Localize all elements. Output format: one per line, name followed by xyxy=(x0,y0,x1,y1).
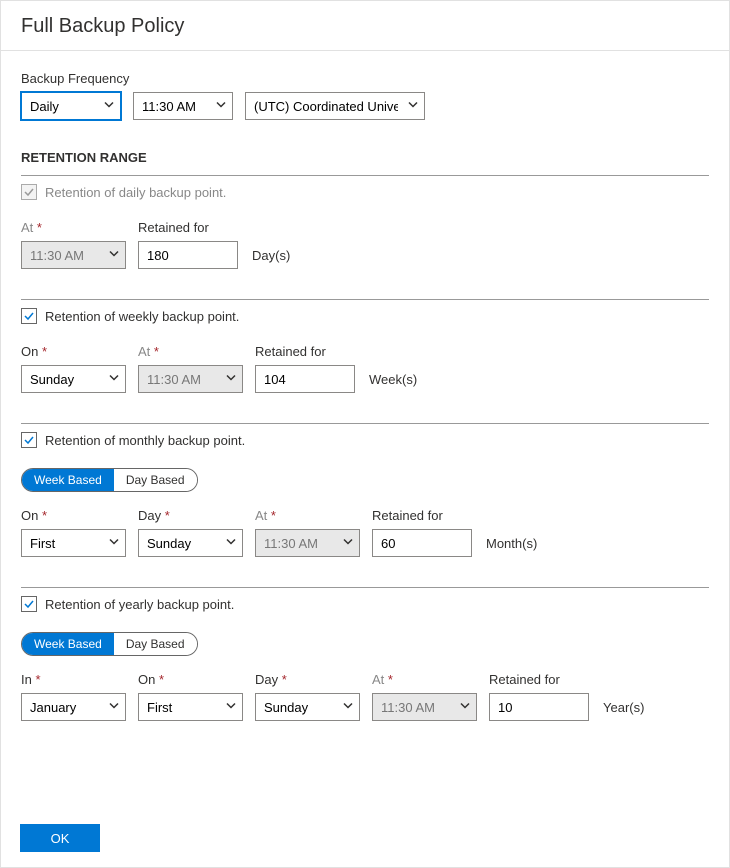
daily-at-select: 11:30 AM xyxy=(21,241,126,269)
monthly-on-label: On xyxy=(21,508,126,523)
weekly-label: Retention of weekly backup point. xyxy=(45,309,239,324)
monthly-week-based-pill[interactable]: Week Based xyxy=(22,469,114,491)
monthly-check-row: Retention of monthly backup point. xyxy=(21,423,709,456)
yearly-label: Retention of yearly backup point. xyxy=(45,597,234,612)
footer: OK xyxy=(20,824,100,852)
monthly-retained-label: Retained for xyxy=(372,508,472,523)
frequency-timezone-select[interactable]: (UTC) Coordinated Univer... xyxy=(245,92,425,120)
monthly-at-label: At xyxy=(255,508,360,523)
monthly-day-based-pill[interactable]: Day Based xyxy=(114,469,197,491)
yearly-week-based-pill[interactable]: Week Based xyxy=(22,633,114,655)
yearly-on-label: On xyxy=(138,672,243,687)
daily-label: Retention of daily backup point. xyxy=(45,185,226,200)
weekly-on-select[interactable]: Sunday xyxy=(21,365,126,393)
ok-button[interactable]: OK xyxy=(20,824,100,852)
weekly-section: On Sunday At 11:30 AM Retained for Week(… xyxy=(21,332,709,423)
weekly-at-label: At xyxy=(138,344,243,359)
weekly-on-label: On xyxy=(21,344,126,359)
yearly-section: Week Based Day Based In January On First… xyxy=(21,620,709,751)
monthly-label: Retention of monthly backup point. xyxy=(45,433,245,448)
daily-unit: Day(s) xyxy=(252,248,290,269)
weekly-retained-input[interactable] xyxy=(255,365,355,393)
yearly-checkbox[interactable] xyxy=(21,596,37,612)
frequency-time-select[interactable]: 11:30 AM xyxy=(133,92,233,120)
weekly-at-select: 11:30 AM xyxy=(138,365,243,393)
monthly-on-select[interactable]: First xyxy=(21,529,126,557)
monthly-section: Week Based Day Based On First Day Sunday… xyxy=(21,456,709,587)
daily-at-label: At xyxy=(21,220,126,235)
frequency-period-select[interactable]: Daily xyxy=(21,92,121,120)
monthly-pill-group: Week Based Day Based xyxy=(21,468,198,492)
page-title: Full Backup Policy xyxy=(21,15,709,38)
yearly-day-label: Day xyxy=(255,672,360,687)
weekly-checkbox[interactable] xyxy=(21,308,37,324)
yearly-at-label: At xyxy=(372,672,477,687)
monthly-at-select: 11:30 AM xyxy=(255,529,360,557)
daily-check-row: Retention of daily backup point. xyxy=(21,175,709,208)
yearly-day-select[interactable]: Sunday xyxy=(255,693,360,721)
daily-retained-label: Retained for xyxy=(138,220,238,235)
yearly-pill-group: Week Based Day Based xyxy=(21,632,198,656)
monthly-day-label: Day xyxy=(138,508,243,523)
yearly-check-row: Retention of yearly backup point. xyxy=(21,587,709,620)
frequency-label: Backup Frequency xyxy=(21,71,709,86)
weekly-retained-label: Retained for xyxy=(255,344,355,359)
yearly-on-select[interactable]: First xyxy=(138,693,243,721)
yearly-in-select[interactable]: January xyxy=(21,693,126,721)
yearly-retained-label: Retained for xyxy=(489,672,589,687)
content: Backup Frequency Daily 11:30 AM (UTC) Co… xyxy=(1,51,729,771)
yearly-in-label: In xyxy=(21,672,126,687)
daily-section: At 11:30 AM Retained for Day(s) xyxy=(21,208,709,299)
retention-heading: RETENTION RANGE xyxy=(21,150,709,165)
yearly-unit: Year(s) xyxy=(603,700,644,721)
yearly-at-select: 11:30 AM xyxy=(372,693,477,721)
monthly-unit: Month(s) xyxy=(486,536,537,557)
daily-retained-input[interactable] xyxy=(138,241,238,269)
monthly-retained-input[interactable] xyxy=(372,529,472,557)
monthly-checkbox[interactable] xyxy=(21,432,37,448)
header: Full Backup Policy xyxy=(1,1,729,51)
frequency-row: Daily 11:30 AM (UTC) Coordinated Univer.… xyxy=(21,92,709,120)
weekly-check-row: Retention of weekly backup point. xyxy=(21,299,709,332)
yearly-day-based-pill[interactable]: Day Based xyxy=(114,633,197,655)
yearly-retained-input[interactable] xyxy=(489,693,589,721)
weekly-unit: Week(s) xyxy=(369,372,417,393)
daily-checkbox xyxy=(21,184,37,200)
monthly-day-select[interactable]: Sunday xyxy=(138,529,243,557)
